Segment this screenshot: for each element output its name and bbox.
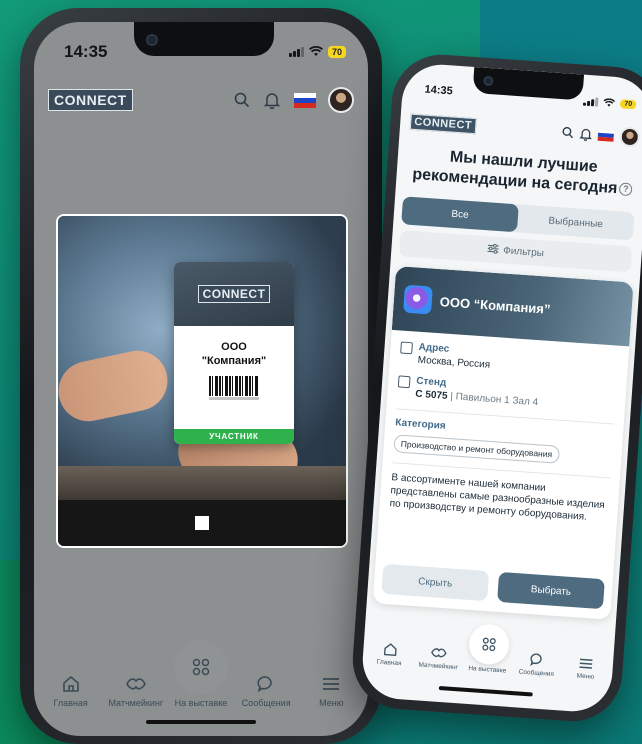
battery-icon: 70 xyxy=(327,46,346,58)
phone-left-screen: 14:35 70 CONNECT CONNECT ООО "Компания" … xyxy=(34,22,368,736)
signal-icon xyxy=(288,47,304,57)
bell-icon[interactable] xyxy=(579,127,593,141)
signal-icon xyxy=(583,96,599,107)
search-icon[interactable] xyxy=(562,126,575,139)
battery-icon: 70 xyxy=(620,98,637,109)
choose-button[interactable]: Выбрать xyxy=(497,571,605,610)
nav-menu[interactable]: Меню xyxy=(561,654,611,682)
address-row: Адрес Москва, Россия xyxy=(389,340,628,381)
bottom-nav: Главная Матчмейкинг На выставке Сообщени… xyxy=(34,640,368,720)
grid-icon xyxy=(173,640,228,694)
nav-menu[interactable]: Меню xyxy=(300,674,362,708)
avatar[interactable] xyxy=(328,87,354,113)
nav-exhibition[interactable]: На выставке xyxy=(170,640,232,708)
card-header: ООО “Компания” xyxy=(391,265,634,347)
menu-icon xyxy=(322,674,340,694)
phone-left: 14:35 70 CONNECT CONNECT ООО "Компания" … xyxy=(20,8,382,744)
category-chip: Производство и ремонт оборудования xyxy=(393,434,560,464)
badge-logo: CONNECT xyxy=(197,285,271,303)
chat-icon xyxy=(257,674,275,694)
app-header: CONNECT xyxy=(34,80,368,120)
camera-icon xyxy=(146,34,158,46)
phone-right-screen: 14:35 70 CONNECT Мы нашли лучшие рекомен… xyxy=(360,62,642,714)
bell-icon[interactable] xyxy=(264,92,280,109)
phone-right: 14:35 70 CONNECT Мы нашли лучшие рекомен… xyxy=(349,51,642,725)
nav-home[interactable]: Главная xyxy=(365,640,415,668)
badge-role: УЧАСТНИК xyxy=(174,429,294,444)
connect-logo: CONNECT xyxy=(48,89,133,111)
stand-row: Стенд С 5075 | Павильон 1 Зал 4 xyxy=(387,374,626,415)
flag-icon[interactable] xyxy=(294,92,316,108)
briefcase-icon xyxy=(400,341,413,355)
home-indicator[interactable] xyxy=(438,685,533,697)
avatar[interactable] xyxy=(619,126,641,148)
status-time: 14:35 xyxy=(424,83,454,98)
scanner-controls xyxy=(58,500,346,546)
qr-scanner-frame: CONNECT ООО "Компания" УЧАСТНИК xyxy=(56,214,348,548)
home-icon xyxy=(62,674,80,694)
flag-icon[interactable] xyxy=(597,129,615,142)
participant-badge: CONNECT ООО "Компания" УЧАСТНИК xyxy=(174,262,294,444)
nav-matchmaking[interactable]: Матчмейкинг xyxy=(414,643,464,671)
nav-exhibition[interactable]: На выставке xyxy=(463,623,513,675)
page-title: Мы нашли лучшие рекомендации на сегодня? xyxy=(406,145,640,201)
company-name: ООО “Компания” xyxy=(439,293,551,317)
bottom-nav: Главная Матчмейкинг На выставке Сообщени… xyxy=(362,621,615,688)
nav-messages[interactable]: Сообщения xyxy=(512,650,562,678)
camera-preview: CONNECT ООО "Компания" УЧАСТНИК xyxy=(58,216,346,500)
chat-icon xyxy=(530,651,545,668)
wifi-icon xyxy=(308,45,323,60)
help-icon[interactable]: ? xyxy=(618,181,633,196)
home-icon xyxy=(383,641,398,658)
nav-matchmaking[interactable]: Матчмейкинг xyxy=(105,674,167,708)
nav-messages[interactable]: Сообщения xyxy=(235,674,297,708)
handshake-icon xyxy=(430,644,448,661)
stand-icon xyxy=(397,375,411,389)
company-card: ООО “Компания” Адрес Москва, Россия Стен… xyxy=(372,265,634,620)
wifi-icon xyxy=(603,95,616,111)
stop-button[interactable] xyxy=(195,516,209,530)
company-logo xyxy=(403,284,433,315)
hide-button[interactable]: Скрыть xyxy=(381,563,490,602)
handshake-icon xyxy=(125,674,147,694)
tab-all[interactable]: Все xyxy=(401,196,519,233)
search-icon[interactable] xyxy=(234,92,250,108)
menu-icon xyxy=(579,655,594,672)
badge-company-name: ООО "Компания" xyxy=(201,341,267,367)
nav-home[interactable]: Главная xyxy=(40,674,102,708)
connect-logo: CONNECT xyxy=(409,113,477,135)
home-indicator[interactable] xyxy=(146,720,256,724)
tab-selected[interactable]: Выбранные xyxy=(517,204,635,240)
grid-icon xyxy=(467,623,511,666)
barcode xyxy=(209,376,259,396)
company-description: В ассортименте нашей компании представле… xyxy=(389,472,606,523)
sliders-icon xyxy=(487,243,499,257)
status-time: 14:35 xyxy=(64,42,108,61)
